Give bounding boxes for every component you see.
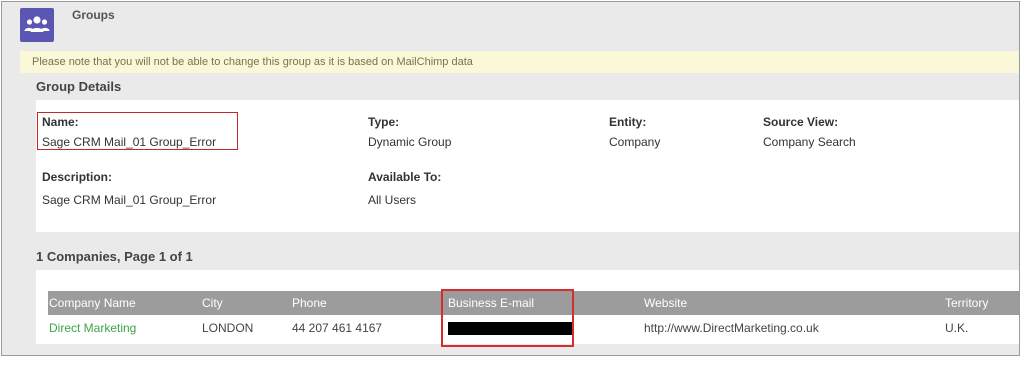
business-email-highlight-box bbox=[441, 289, 574, 347]
website-cell: http://www.DirectMarketing.co.uk bbox=[643, 315, 944, 341]
column-territory[interactable]: Territory bbox=[944, 291, 1019, 315]
type-field: Type: Dynamic Group bbox=[368, 115, 451, 149]
column-phone[interactable]: Phone bbox=[291, 291, 447, 315]
available-to-label: Available To: bbox=[368, 170, 442, 184]
phone-cell: 44 207 461 4167 bbox=[291, 315, 447, 341]
description-field: Description: Sage CRM Mail_01 Group_Erro… bbox=[42, 170, 216, 207]
entity-field: Entity: Company bbox=[609, 115, 660, 149]
group-icon bbox=[20, 8, 54, 42]
entity-label: Entity: bbox=[609, 115, 647, 129]
companies-count-heading: 1 Companies, Page 1 of 1 bbox=[36, 249, 193, 264]
company-name-cell: Direct Marketing bbox=[48, 315, 201, 341]
source-view-label: Source View: bbox=[763, 115, 839, 129]
column-city[interactable]: City bbox=[201, 291, 291, 315]
company-name-link[interactable]: Direct Marketing bbox=[49, 321, 136, 335]
description-label: Description: bbox=[42, 170, 113, 184]
available-to-field: Available To: All Users bbox=[368, 170, 441, 207]
city-cell: LONDON bbox=[201, 315, 291, 341]
type-value: Dynamic Group bbox=[368, 135, 452, 149]
available-to-value: All Users bbox=[368, 193, 417, 207]
description-value: Sage CRM Mail_01 Group_Error bbox=[42, 193, 217, 207]
page-title: Groups bbox=[72, 8, 115, 22]
mailchimp-notice: Please note that you will not be able to… bbox=[20, 51, 1019, 73]
column-website[interactable]: Website bbox=[643, 291, 944, 315]
groups-page: Groups Please note that you will not be … bbox=[1, 1, 1020, 356]
type-label: Type: bbox=[368, 115, 400, 129]
entity-value: Company bbox=[609, 135, 661, 149]
group-details-heading: Group Details bbox=[36, 79, 122, 94]
name-field: Name: Sage CRM Mail_01 Group_Error bbox=[42, 115, 216, 149]
territory-cell: U.K. bbox=[944, 315, 1019, 341]
source-view-value: Company Search bbox=[763, 135, 856, 149]
name-label: Name: bbox=[42, 115, 79, 129]
column-company-name[interactable]: Company Name bbox=[48, 291, 201, 315]
name-value: Sage CRM Mail_01 Group_Error bbox=[42, 135, 217, 149]
source-view-field: Source View: Company Search bbox=[763, 115, 856, 149]
